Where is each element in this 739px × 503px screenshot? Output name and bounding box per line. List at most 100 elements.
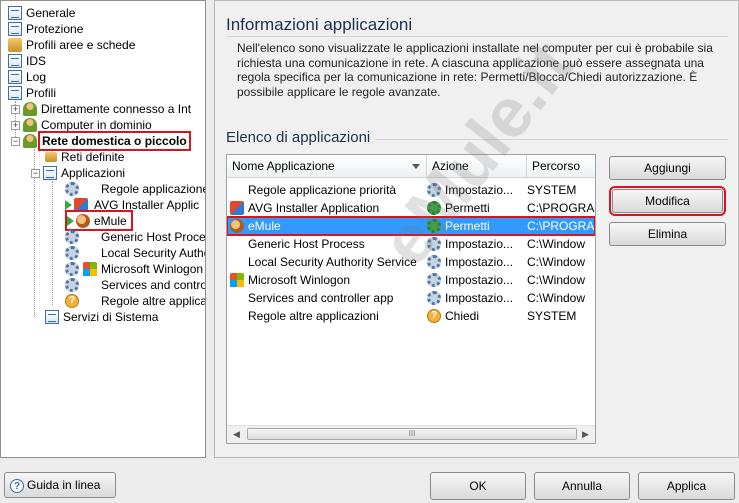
- column-header-label: Percorso: [532, 159, 581, 173]
- divider: [375, 139, 728, 140]
- list-row[interactable]: Regole applicazione priorità Impostazio.…: [227, 181, 595, 199]
- help-button-label: Guida in linea: [27, 478, 101, 492]
- apply-button[interactable]: Applica: [638, 472, 735, 500]
- tree-item-applicazioni[interactable]: − Applicazioni: [31, 165, 127, 181]
- cell-path: C:\PROGRA: [527, 199, 595, 217]
- list-row[interactable]: Microsoft Winlogon Impostazio... C:\Wind…: [227, 271, 595, 289]
- gear-icon: [65, 262, 79, 276]
- scroll-left-icon[interactable]: ◀: [228, 426, 245, 442]
- cell-path: C:\PROGRA: [527, 217, 595, 235]
- tree-item-label: Generic Host Proce: [101, 230, 206, 244]
- delete-button[interactable]: Elimina: [609, 222, 726, 246]
- cell-text: C:\Window: [527, 255, 586, 269]
- document-icon: [45, 310, 59, 324]
- list-row[interactable]: Local Security Authority Service Imposta…: [227, 253, 595, 271]
- windows-icon: [230, 273, 244, 287]
- collapse-icon[interactable]: −: [11, 136, 20, 146]
- cell-text: SYSTEM: [527, 183, 577, 197]
- tree-item-label: Computer in dominio: [41, 118, 152, 132]
- cell-name: Regole altre applicazioni: [230, 307, 440, 325]
- cancel-button[interactable]: Annulla: [534, 472, 630, 500]
- tree-item-log[interactable]: Log: [8, 69, 48, 85]
- tree-item-label: IDS: [26, 54, 47, 68]
- tree-item-label: Local Security Autho: [101, 246, 206, 260]
- list-row[interactable]: Regole altre applicazioni ? Chiedi SYSTEM: [227, 307, 595, 325]
- horizontal-scrollbar[interactable]: ◀ III ▶: [227, 425, 595, 443]
- tree-item-direttamente-connesso[interactable]: + Direttamente connesso a Int: [11, 101, 193, 117]
- list-row[interactable]: Generic Host Process Impostazio... C:\Wi…: [227, 235, 595, 253]
- column-header-name[interactable]: Nome Applicazione: [227, 155, 427, 177]
- tree-item-label: Rete domestica o piccolo: [38, 131, 191, 151]
- gear-icon: [427, 291, 441, 305]
- allow-arrow-icon: [67, 215, 74, 226]
- divider: [226, 36, 728, 37]
- tree-item-services-controller[interactable]: Services and contro: [65, 277, 205, 293]
- applications-list[interactable]: Nome Applicazione Azione Percorso Regole…: [226, 154, 596, 444]
- column-header-path[interactable]: Percorso: [527, 155, 595, 177]
- tree-item-ids[interactable]: IDS: [8, 53, 48, 69]
- tree-item-profili[interactable]: Profili: [8, 85, 58, 101]
- cell-path: SYSTEM: [527, 307, 595, 325]
- cell-text: SYSTEM: [527, 309, 577, 323]
- settings-tree[interactable]: Generale Protezione Profili aree e sched…: [0, 0, 206, 458]
- tree-item-label: Microsoft Winlogon: [101, 262, 204, 276]
- list-row[interactable]: Services and controller app Impostazio..…: [227, 289, 595, 307]
- document-icon: [8, 86, 22, 100]
- cell-text: Microsoft Winlogon: [248, 273, 351, 287]
- collapse-icon[interactable]: −: [31, 168, 40, 178]
- cell-name: Regole applicazione priorità: [230, 181, 440, 199]
- tree-item-protezione[interactable]: Protezione: [8, 21, 85, 37]
- cell-action: Permetti: [427, 199, 523, 217]
- cell-action: Impostazio...: [427, 181, 523, 199]
- list-row[interactable]: AVG Installer Application Permetti C:\PR…: [227, 199, 595, 217]
- cell-name: AVG Installer Application: [230, 199, 422, 217]
- tree-item-generale[interactable]: Generale: [8, 5, 77, 21]
- description-text: Nell'elenco sono visualizzate le applica…: [237, 41, 713, 99]
- cell-path: C:\Window: [527, 235, 595, 253]
- tree-item-emule[interactable]: eMule: [65, 210, 133, 231]
- document-icon: [8, 22, 22, 36]
- avg-icon: [230, 201, 244, 215]
- cell-action: Impostazio...: [427, 289, 523, 307]
- tree-item-avg-installer[interactable]: AVG Installer Applic: [65, 197, 201, 213]
- tree-item-profili-aree[interactable]: Profili aree e schede: [8, 37, 137, 53]
- user-icon: [23, 102, 37, 116]
- column-header-label: Azione: [432, 159, 469, 173]
- tree-item-regole-applicazione[interactable]: Regole applicazione: [65, 181, 205, 197]
- scroll-thumb[interactable]: III: [247, 428, 577, 440]
- edit-button[interactable]: Modifica: [609, 186, 726, 216]
- tree-item-generic-host[interactable]: Generic Host Proce: [65, 229, 206, 245]
- tree-item-label: Reti definite: [61, 150, 125, 164]
- help-button[interactable]: ? Guida in linea: [4, 472, 116, 498]
- avg-icon: [74, 198, 88, 212]
- user-icon: [23, 118, 37, 132]
- cell-path: C:\Window: [527, 271, 595, 289]
- cell-text: AVG Installer Application: [248, 201, 380, 215]
- add-button[interactable]: Aggiungi: [609, 156, 726, 180]
- tree-item-servizi-sistema[interactable]: Servizi di Sistema: [45, 309, 160, 325]
- column-header-action[interactable]: Azione: [427, 155, 527, 177]
- tree-item-winlogon[interactable]: Microsoft Winlogon: [65, 261, 205, 277]
- tree-item-reti-definite[interactable]: Reti definite: [45, 149, 126, 165]
- gear-icon: [427, 183, 441, 197]
- cell-name: Microsoft Winlogon: [230, 271, 422, 289]
- tree-line: [52, 181, 53, 305]
- tree-item-computer-dominio[interactable]: + Computer in dominio: [11, 117, 154, 133]
- page-title: Informazioni applicazioni: [226, 15, 413, 34]
- cell-action: Impostazio...: [427, 271, 523, 289]
- cell-text: Impostazio...: [445, 255, 514, 269]
- gear-icon: [427, 237, 441, 251]
- cell-action: Impostazio...: [427, 253, 523, 271]
- list-row-selected[interactable]: eMule Permetti C:\PROGRA: [227, 216, 595, 236]
- cell-text: Regole altre applicazioni: [248, 309, 379, 323]
- scroll-right-icon[interactable]: ▶: [577, 426, 594, 442]
- cell-name: Generic Host Process: [230, 235, 440, 253]
- tree-item-label: Applicazioni: [61, 166, 126, 180]
- tree-item-rete-domestica[interactable]: − Rete domestica o piccolo: [11, 131, 191, 151]
- ok-button[interactable]: OK: [430, 472, 526, 500]
- expand-icon[interactable]: +: [11, 104, 20, 114]
- tree-item-local-security[interactable]: Local Security Autho: [65, 245, 206, 261]
- expand-icon[interactable]: +: [11, 120, 20, 130]
- gear-icon: [427, 273, 441, 287]
- tree-item-regole-altre[interactable]: ? Regole altre applica: [65, 293, 205, 309]
